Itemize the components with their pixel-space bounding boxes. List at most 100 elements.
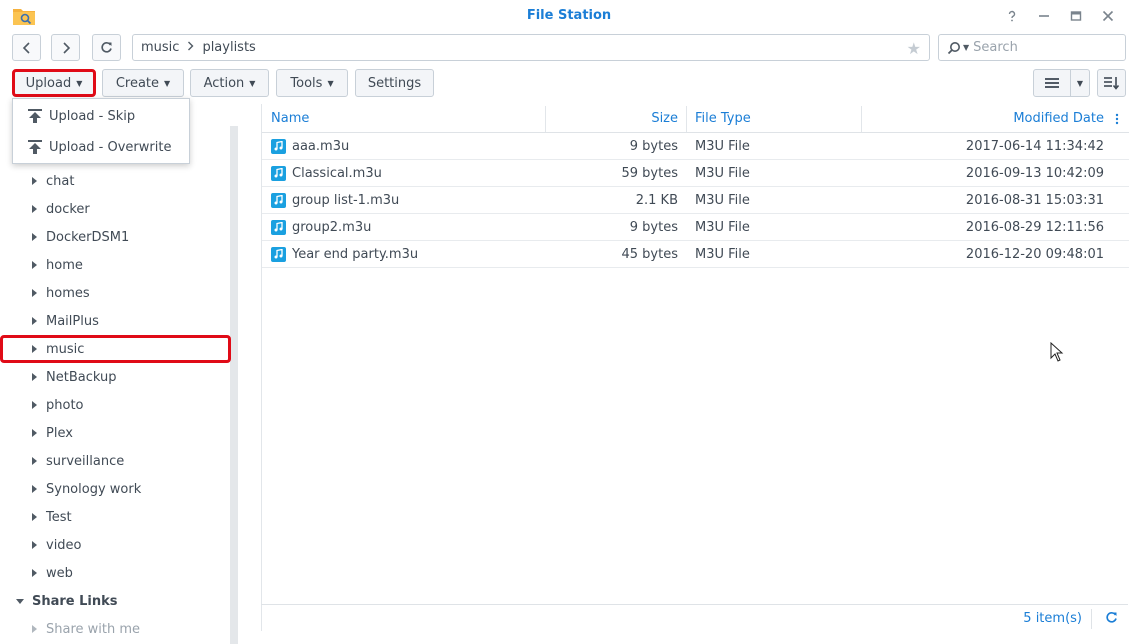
sidebar-item-home[interactable]: home [0,251,228,279]
caret-right-icon[interactable] [32,205,37,213]
sidebar-item-label: photo [46,397,84,413]
list-view-button[interactable] [1033,69,1071,97]
caret-right-icon[interactable] [32,233,37,241]
sidebar-scrollbar[interactable] [230,126,238,644]
sidebar-item-share-with-me[interactable]: Share with me [0,615,228,643]
table-row[interactable]: Classical.m3u 59 bytes M3U File 2016-09-13 … [262,160,1129,187]
file-type: M3U File [695,138,750,154]
caret-down-icon[interactable]: ▼ [963,43,969,52]
column-header-modified[interactable]: Modified Date [862,104,1104,133]
column-options-icon[interactable] [1115,104,1125,133]
breadcrumb-music[interactable]: music [141,40,179,55]
file-list-header: Name Size File Type Modified Date [262,104,1129,133]
sidebar-item-homes[interactable]: homes [0,279,228,307]
caret-right-icon[interactable] [32,373,37,381]
sidebar-item-photo[interactable]: photo [0,391,228,419]
sidebar-item-web[interactable]: web [0,559,228,587]
path-bar[interactable]: music playlists ★ [132,34,930,61]
file-name: aaa.m3u [292,138,350,154]
sidebar-item-dockerdsm1[interactable]: DockerDSM1 [0,223,228,251]
sidebar-item-netbackup[interactable]: NetBackup [0,363,228,391]
caret-down-icon: ▼ [164,78,171,88]
file-modified: 2016-08-29 12:11:56 [965,219,1104,235]
sort-button[interactable] [1097,69,1126,97]
sidebar-item-docker[interactable]: docker [0,195,228,223]
view-options-button[interactable]: ▼ [1070,69,1090,97]
table-row[interactable]: Year end party.m3u 45 bytes M3U File 2016-1… [262,241,1129,268]
caret-right-icon[interactable] [32,261,37,269]
upload-menu: Upload - Skip Upload - Overwrite [12,98,190,164]
column-header-type[interactable]: File Type [695,104,855,133]
music-file-icon [271,219,286,235]
caret-right-icon[interactable] [32,177,37,185]
sidebar-item-plex[interactable]: Plex [0,419,228,447]
upload-button[interactable]: Upload ▼ [12,69,96,97]
refresh-icon[interactable] [1105,611,1118,628]
column-header-name[interactable]: Name [271,104,541,133]
sidebar-item-video[interactable]: video [0,531,228,559]
caret-right-icon[interactable] [32,429,37,437]
file-name: group2.m3u [292,219,372,235]
table-row[interactable]: group2.m3u 9 bytes M3U File 2016-08-29 12:1… [262,214,1129,241]
caret-right-icon[interactable] [32,569,37,577]
forward-button[interactable] [51,34,80,61]
caret-right-icon[interactable] [32,485,37,493]
minimize-icon[interactable] [1028,7,1060,25]
item-count: 5 item(s) [1023,611,1082,626]
settings-button[interactable]: Settings [355,69,434,97]
close-icon[interactable] [1092,7,1124,25]
caret-right-icon[interactable] [32,401,37,409]
refresh-icon [101,42,112,53]
upload-skip-item[interactable]: Upload - Skip [13,102,189,130]
help-icon[interactable] [996,7,1028,25]
caret-right-icon[interactable] [32,289,37,297]
column-type-label: File Type [695,111,751,126]
caret-right-icon[interactable] [32,457,37,465]
caret-right-icon[interactable] [32,345,37,353]
create-button[interactable]: Create ▼ [102,69,184,97]
star-icon[interactable]: ★ [907,39,921,58]
sidebar-item-surveillance[interactable]: surveillance [0,447,228,475]
restore-icon[interactable] [1060,7,1092,25]
sidebar-item-mailplus[interactable]: MailPlus [0,307,228,335]
column-size-label: Size [651,111,678,126]
caret-right-icon[interactable] [32,317,37,325]
sidebar-item-test[interactable]: Test [0,503,228,531]
chevron-right-icon [62,41,70,54]
sidebar-item-label: Synology work [46,481,142,497]
share-with-me-label: Share with me [46,621,141,637]
caret-down-icon: ▼ [76,78,83,88]
table-row[interactable]: group list-1.m3u 2.1 KB M3U File 2016-08-31… [262,187,1129,214]
music-file-icon [271,192,286,208]
column-header-size[interactable]: Size [546,104,678,133]
caret-right-icon[interactable] [32,541,37,549]
sidebar-item-chat[interactable]: chat [0,167,228,195]
search-input[interactable]: ▼ Search [938,34,1126,61]
sidebar-item-synology-work[interactable]: Synology work [0,475,228,503]
refresh-button[interactable] [92,34,121,61]
mouse-cursor-icon [1050,341,1064,366]
upload-overwrite-item[interactable]: Upload - Overwrite [13,133,189,161]
breadcrumb-playlists[interactable]: playlists [202,40,255,55]
file-modified: 2016-12-20 09:48:01 [965,246,1104,262]
navigation-bar: music playlists ★ ▼ Search [0,32,1138,62]
upload-button-label: Upload [25,75,72,91]
chevron-right-icon [187,40,194,55]
sidebar-item-label: DockerDSM1 [46,229,130,245]
file-name-cell: group list-1.m3u [271,187,541,213]
settings-button-label: Settings [367,75,422,91]
file-size: 9 bytes [629,138,678,154]
tools-button[interactable]: Tools ▼ [276,69,348,97]
upload-overwrite-label: Upload - Overwrite [49,139,172,155]
back-button[interactable] [12,34,41,61]
action-button[interactable]: Action ▼ [190,69,269,97]
table-row[interactable]: aaa.m3u 9 bytes M3U File 2017-06-14 11:34:4… [262,133,1129,160]
share-links-section[interactable]: Share Links [0,587,228,615]
file-name: Classical.m3u [292,165,382,181]
music-file-icon [271,246,286,262]
file-name-cell: Classical.m3u [271,160,541,186]
sidebar-item-music[interactable]: music [0,335,231,363]
file-size: 45 bytes [621,246,679,262]
sidebar-item-label: chat [46,173,75,189]
caret-right-icon[interactable] [32,513,37,521]
